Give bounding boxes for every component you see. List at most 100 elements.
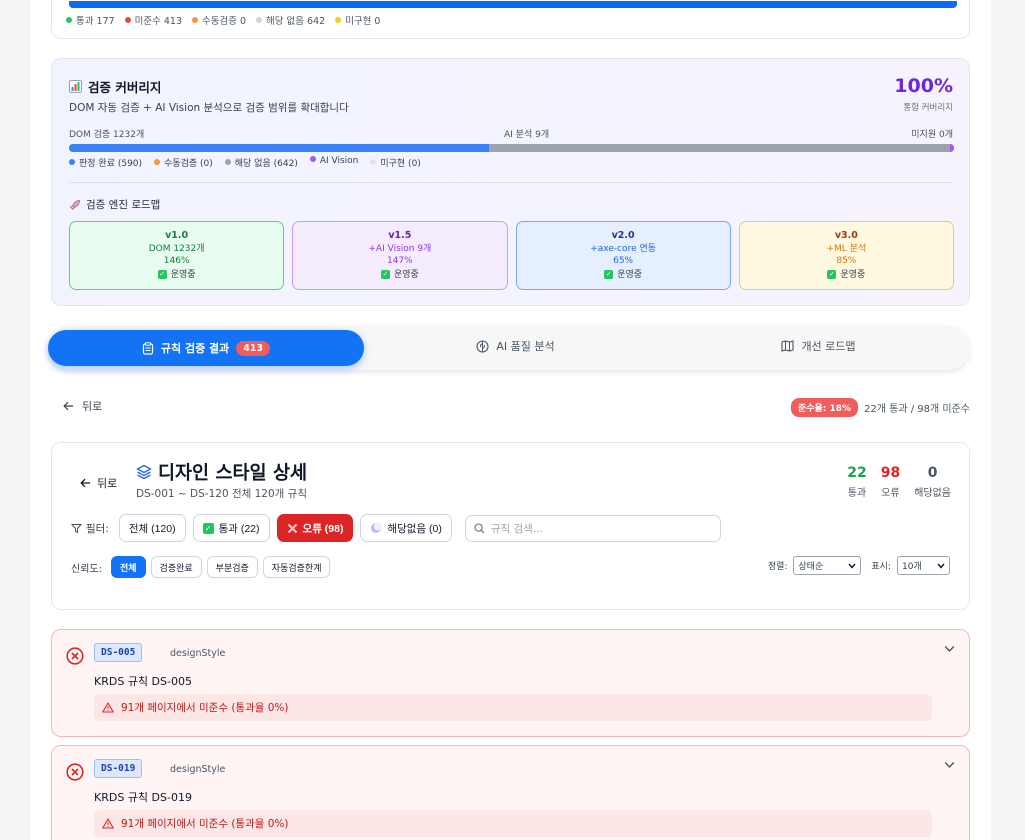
tab-label: 개선 로드맵: [801, 340, 856, 353]
tab-label: AI 품질 분석: [496, 340, 555, 353]
roadmap-status: ✓ 운영중: [157, 269, 196, 280]
sort-select[interactable]: 상태순: [793, 556, 862, 575]
back-label: 뒤로: [82, 400, 103, 413]
coverage-subtitle: DOM 자동 검증 + AI Vision 분석으로 검증 범위를 확대합니다: [69, 102, 349, 114]
stat-label: 해당없음: [914, 488, 951, 499]
ai-label: AI 분석 9개: [504, 130, 550, 140]
roadmap-list: v1.0 DOM 1232개 146% ✓ 운영중 v1.5 +AI Vision…: [69, 221, 954, 290]
rule-name: KRDS 규칙 DS-019: [94, 791, 192, 804]
check-icon: ✓: [604, 270, 614, 280]
roadmap-status: ✓ 운영중: [827, 269, 866, 280]
check-icon: ✓: [827, 270, 837, 280]
coverage-bar-dom: [69, 144, 490, 152]
check-icon: ✓: [202, 522, 214, 534]
page-subtitle: DS-001 ~ DS-120 전체 120개 규칙: [136, 488, 307, 500]
clipboard-icon: [142, 341, 153, 355]
trust-all-button[interactable]: 전체: [110, 556, 146, 578]
filter-error-button[interactable]: 오류 (98): [276, 514, 354, 542]
coverage-bar: [69, 144, 954, 152]
detail-back-button[interactable]: 뒤로: [80, 475, 117, 491]
page: 통과 177 미준수 413 수동검증 0 해당 없음 642 미구현 0 검증…: [30, 0, 991, 840]
roadmap-pct: 146%: [163, 256, 190, 266]
trust-auto-limit-button[interactable]: 자동검증한계: [262, 556, 331, 578]
check-icon: ✓: [157, 270, 167, 280]
sort-label: 정렬:: [767, 562, 788, 572]
chevron-down-icon[interactable]: [944, 645, 955, 653]
stat-label: 통과: [847, 488, 867, 499]
stat-value: 22: [847, 465, 867, 481]
tab-rule-results[interactable]: 규칙 검증 결과 413: [48, 330, 364, 366]
chevron-down-icon[interactable]: [944, 761, 955, 769]
stat-na: 0 해당없음: [914, 465, 951, 499]
rule-category: designStyle: [170, 648, 226, 659]
compliance-badge: 준수율: 18%: [790, 398, 859, 417]
detail-card: 뒤로 디자인 스타일 상세 DS-001 ~ DS-120 전체 120개 규칙…: [51, 442, 970, 610]
warning-icon: [102, 702, 114, 713]
compliance-summary: 준수율: 18% 22개 통과 / 98개 미준수: [790, 398, 970, 417]
search-icon: [474, 522, 485, 533]
filter-label: 필터:: [71, 521, 109, 536]
coverage-percent: 100%: [894, 75, 953, 97]
trust-filter-row: 신뢰도: 전체 검증완료 부분검증 자동검증한계: [71, 556, 331, 578]
summary-legend: 통과 177 미준수 413 수동검증 0 해당 없음 642 미구현 0: [66, 13, 380, 27]
bar-chart-icon: [69, 80, 82, 93]
back-button[interactable]: 뒤로: [63, 398, 102, 414]
filter-pass-button[interactable]: ✓ 통과 (22): [192, 514, 270, 542]
funnel-icon: [71, 523, 82, 533]
legend-item: 미준수 413: [124, 13, 182, 27]
roadmap-desc: +ML 분석: [826, 243, 867, 254]
back-label: 뒤로: [97, 477, 118, 490]
legend-item: 미구현 0: [335, 13, 380, 27]
compliance-text: 22개 통과 / 98개 미준수: [864, 404, 970, 415]
rule-card[interactable]: DS-019 designStyle KRDS 규칙 DS-019 91개 페이…: [51, 745, 970, 840]
filter-row: 필터: 전체 (120) ✓ 통과 (22) 오류 (98) 해당없음 (0): [71, 514, 721, 542]
rule-code: DS-005: [94, 643, 143, 662]
roadmap-desc: +axe-core 연동: [590, 243, 657, 254]
roadmap-item-v1-5: v1.5 +AI Vision 9개 147% ✓ 운영중: [292, 221, 508, 290]
roadmap-status: ✓ 운영중: [604, 269, 643, 280]
page-title: 디자인 스타일 상세: [136, 459, 307, 485]
legend-item: AI Vision: [309, 156, 358, 169]
roadmap-desc: +AI Vision 9개: [368, 243, 432, 254]
legend-item: 수동검증 (0): [154, 156, 213, 169]
arrow-left-icon: [63, 401, 73, 411]
show-label: 표시:: [871, 562, 891, 572]
tab-ai-quality[interactable]: AI 품질 분석: [364, 326, 667, 366]
legend-item: 수동검증 0: [192, 13, 246, 27]
chevron-down-icon: [848, 563, 856, 569]
legend-item: 해당 없음 (642): [224, 156, 298, 169]
rocket-icon: [70, 199, 80, 210]
roadmap-item-v1-0: v1.0 DOM 1232개 146% ✓ 운영중: [69, 221, 285, 290]
trust-verified-button[interactable]: 검증완료: [150, 556, 202, 578]
x-icon: [287, 523, 297, 533]
filter-na-button[interactable]: 해당없음 (0): [360, 514, 452, 542]
summary-card: 통과 177 미준수 413 수동검증 0 해당 없음 642 미구현 0: [51, 0, 970, 39]
legend-item: 미구현 (0): [370, 156, 421, 169]
stat-label: 오류: [881, 488, 900, 499]
sort-controls: 정렬: 상태순 표시: 10개: [768, 556, 950, 575]
coverage-bar-ai: [489, 144, 950, 152]
page-size-select[interactable]: 10개: [897, 556, 950, 575]
summary-progress-bar: [69, 1, 957, 8]
filter-all-button[interactable]: 전체 (120): [118, 514, 186, 542]
page-size-value: 10개: [902, 562, 922, 572]
check-icon: ✓: [380, 270, 390, 280]
rule-card[interactable]: DS-005 designStyle KRDS 규칙 DS-005 91개 페이…: [51, 629, 970, 737]
search-input[interactable]: 규칙 검색...: [464, 514, 721, 542]
stat-value: 0: [927, 465, 938, 481]
rule-name: KRDS 규칙 DS-005: [94, 675, 192, 688]
brain-icon: [476, 339, 489, 353]
roadmap-version: v2.0: [611, 230, 635, 241]
sort-value: 상태순: [798, 562, 824, 572]
roadmap-pct: 65%: [613, 256, 634, 266]
legend-item: 통과 177: [66, 13, 115, 27]
trust-label: 신뢰도:: [71, 563, 102, 575]
tab-roadmap[interactable]: 개선 로드맵: [667, 326, 970, 366]
roadmap-pct: 85%: [836, 256, 857, 266]
stat-pass: 22 통과: [847, 465, 866, 499]
legend-item: 해당 없음 642: [256, 13, 325, 27]
missing-label: 미지원 0개: [911, 130, 953, 140]
coverage-bar-missing: [949, 144, 954, 152]
trust-partial-button[interactable]: 부분검증: [206, 556, 258, 578]
legend-item: 판정 완료 (590): [69, 156, 142, 169]
